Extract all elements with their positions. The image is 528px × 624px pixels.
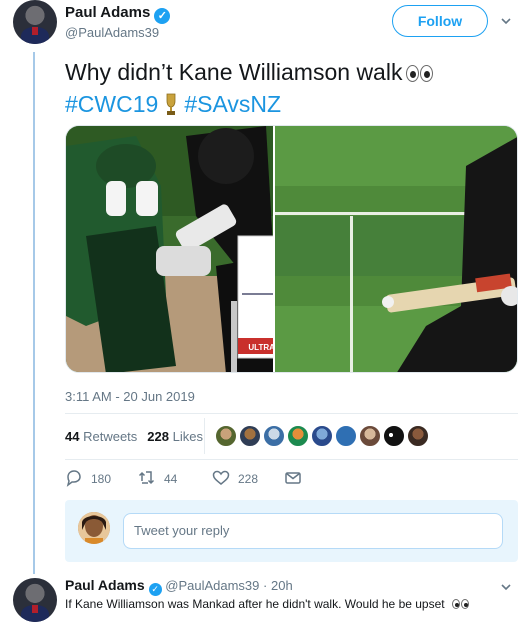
tweet-text: Why didn’t Kane Williamson walk #CWC19 #… xyxy=(65,57,505,119)
author-name[interactable]: Paul Adams ✓ xyxy=(65,4,171,24)
like-icon xyxy=(212,470,230,485)
stats-separator xyxy=(204,418,205,454)
reply-tweet-text: If Kane Williamson was Mankad after he d… xyxy=(65,597,505,612)
reply-tweet-header: Paul Adams ✓ @PaulAdams39 · 20h xyxy=(65,577,293,596)
tweet-text-line1: Why didn’t Kane Williamson walk xyxy=(65,59,403,85)
direct-message-button[interactable] xyxy=(284,469,302,491)
liker-avatar[interactable] xyxy=(335,425,357,447)
hashtag-savsnz-link[interactable]: #SAvsNZ xyxy=(184,91,281,117)
retweet-button[interactable]: 44 xyxy=(138,469,177,491)
message-icon xyxy=(285,472,301,484)
reply-input[interactable]: Tweet your reply xyxy=(123,513,503,549)
trophy-emoji-icon xyxy=(166,93,176,115)
reply-composer: Tweet your reply xyxy=(65,500,518,562)
separator-dot: · xyxy=(263,578,268,593)
likes-stat[interactable]: 228 Likes xyxy=(147,429,203,444)
like-count: 228 xyxy=(238,472,259,486)
reply-tweet-age[interactable]: 20h xyxy=(271,578,293,593)
eyes-emoji-icon xyxy=(451,598,470,612)
liker-avatar[interactable] xyxy=(215,425,237,447)
reply-icon xyxy=(66,470,81,487)
reply-count: 180 xyxy=(91,472,112,486)
author-avatar[interactable] xyxy=(13,0,57,44)
divider xyxy=(65,459,518,460)
liker-avatar[interactable] xyxy=(239,425,261,447)
tweet-timestamp[interactable]: 3:11 AM - 20 Jun 2019 xyxy=(65,389,195,404)
current-user-avatar xyxy=(78,512,110,544)
tweet-media-image[interactable]: ULTRAEDGE xyxy=(65,125,518,373)
author-handle[interactable]: @PaulAdams39 xyxy=(65,25,159,40)
thread-connector-line xyxy=(33,52,35,574)
verified-badge-icon: ✓ xyxy=(148,583,162,596)
liker-avatar[interactable] xyxy=(263,425,285,447)
liker-avatar[interactable] xyxy=(311,425,333,447)
reply-button[interactable]: 180 xyxy=(65,469,111,491)
author-name-text: Paul Adams xyxy=(65,4,151,21)
like-button[interactable]: 228 xyxy=(212,469,258,491)
liker-avatar[interactable] xyxy=(407,425,429,447)
reply-author-handle[interactable]: @PaulAdams39 xyxy=(165,578,259,593)
liker-avatar[interactable] xyxy=(383,425,405,447)
hashtag-cwc19-link[interactable]: #CWC19 xyxy=(65,91,158,117)
eyes-emoji-icon xyxy=(406,59,434,89)
chevron-down-icon[interactable] xyxy=(501,582,511,592)
retweet-icon xyxy=(138,471,155,485)
liker-avatar[interactable] xyxy=(359,425,381,447)
verified-badge-icon: ✓ xyxy=(154,8,171,24)
reply-author-avatar[interactable] xyxy=(13,578,57,622)
divider xyxy=(65,413,518,414)
chevron-down-icon[interactable] xyxy=(501,16,511,26)
liker-avatar[interactable] xyxy=(287,425,309,447)
engagement-stats: 44 Retweets 228 Likes xyxy=(65,429,203,444)
retweet-count: 44 xyxy=(164,472,178,486)
reply-author-name[interactable]: Paul Adams xyxy=(65,577,145,593)
retweets-stat[interactable]: 44 Retweets xyxy=(65,429,137,444)
follow-button[interactable]: Follow xyxy=(392,5,488,37)
